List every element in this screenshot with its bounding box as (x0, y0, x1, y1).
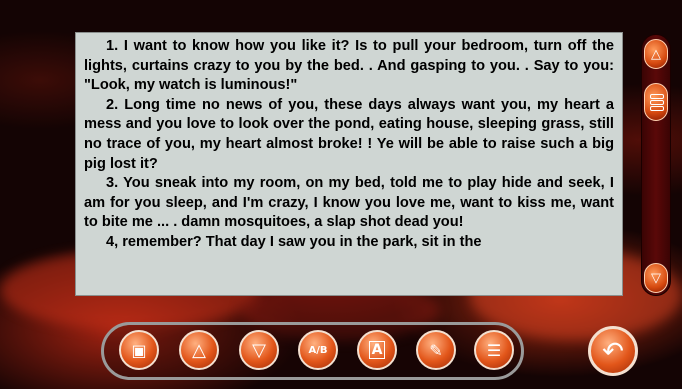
font-size-button[interactable]: A (357, 330, 397, 370)
list-button[interactable]: ☰ (474, 330, 514, 370)
triangle-up-icon: △ (651, 46, 661, 61)
ab-compare-button[interactable]: A/B (298, 330, 338, 370)
paragraph-3: 3. You sneak into my room, on my bed, to… (84, 175, 614, 231)
edit-icon: ✎ (429, 340, 443, 360)
scroll-down-button[interactable]: ▽ (644, 263, 668, 293)
paragraph-4: 4, remember? That day I saw you in the p… (106, 233, 482, 250)
font-size-icon: A (368, 341, 386, 359)
grip-icon (650, 100, 664, 105)
page-up-button[interactable]: △ (179, 330, 219, 370)
scroll-up-button[interactable]: △ (644, 39, 668, 69)
edit-button[interactable]: ✎ (416, 330, 456, 370)
grip-icon (650, 106, 664, 111)
vertical-scrollbar[interactable]: △ ▽ (641, 34, 671, 296)
bookmark-icon: ▣ (131, 340, 147, 360)
bookmark-button[interactable]: ▣ (119, 330, 159, 370)
text-panel[interactable]: 1. I want to know how you like it? Is to… (75, 32, 623, 296)
grip-icon (650, 94, 664, 99)
scroll-thumb[interactable] (644, 83, 668, 121)
paragraph-1: 1. I want to know how you like it? Is to… (84, 38, 614, 94)
paragraph-2: 2. Long time no news of you, these days … (84, 96, 614, 172)
triangle-down-icon: ▽ (651, 270, 661, 285)
list-icon: ☰ (486, 340, 502, 360)
ab-compare-icon: A/B (308, 344, 328, 356)
return-arrow-icon: ↶ (602, 335, 624, 366)
page-down-button[interactable]: ▽ (239, 330, 279, 370)
back-button[interactable]: ↶ (588, 326, 638, 376)
page-down-icon: ▽ (252, 339, 266, 361)
page-up-icon: △ (192, 339, 206, 361)
